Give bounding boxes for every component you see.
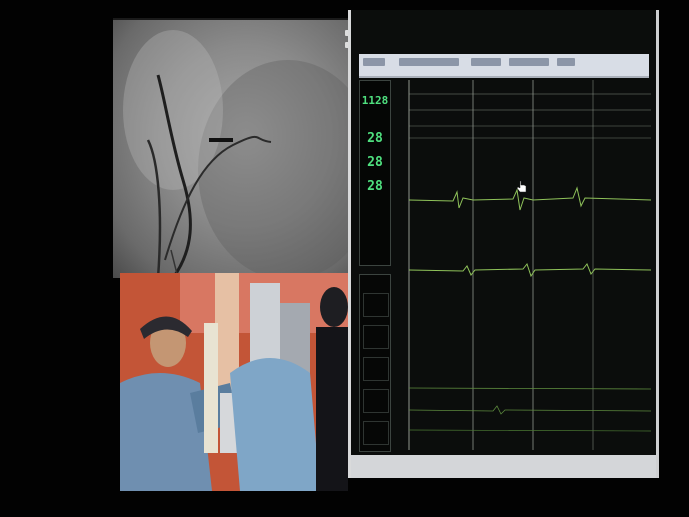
ecg-traces <box>408 80 651 450</box>
control-button[interactable] <box>363 293 389 317</box>
menu-tab[interactable] <box>557 58 575 66</box>
vital-value-3: 28 <box>367 155 383 170</box>
ecg-waveform-2 <box>408 262 651 278</box>
ecg-waveform-3 <box>408 387 651 390</box>
ecg-waveform-4 <box>408 405 651 415</box>
vital-value-1: 1128 <box>361 94 389 107</box>
status-bar <box>351 455 656 478</box>
ecg-waveform-5 <box>408 429 651 432</box>
control-button[interactable] <box>363 421 389 445</box>
camera-scene <box>120 273 348 491</box>
menu-bar <box>359 54 649 78</box>
menu-tab[interactable] <box>471 58 501 66</box>
control-button[interactable] <box>363 325 389 349</box>
catheter-silhouette <box>123 30 355 278</box>
fluoroscopy-view <box>113 18 355 278</box>
control-button[interactable] <box>363 389 389 413</box>
control-button[interactable] <box>363 357 389 381</box>
ep-recording-monitor: 1128 28 28 28 <box>348 10 659 478</box>
control-panel <box>359 274 391 452</box>
ecg-waveform-1 <box>408 186 651 211</box>
vitals-panel: 1128 28 28 28 <box>359 80 391 266</box>
hand-pointer-icon <box>516 178 527 193</box>
procedure-room-camera <box>120 273 348 491</box>
menu-tab[interactable] <box>509 58 549 66</box>
vital-value-2: 28 <box>367 131 383 146</box>
ecg-trace-area <box>393 80 651 452</box>
menu-tab[interactable] <box>399 58 459 66</box>
vital-value-4: 28 <box>367 179 383 194</box>
menu-tab[interactable] <box>363 58 385 66</box>
